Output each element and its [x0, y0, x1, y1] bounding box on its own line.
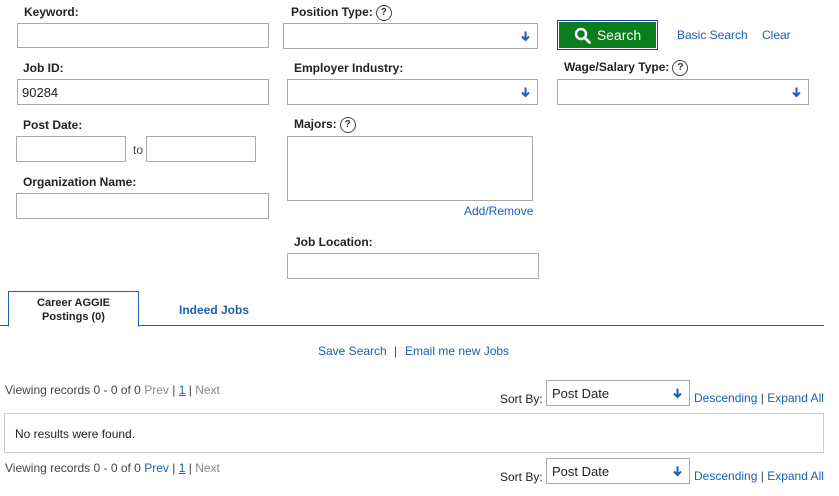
post-date-label: Post Date: — [23, 118, 83, 132]
pipe: | — [760, 391, 764, 405]
prev-link[interactable]: Prev — [144, 383, 169, 397]
pagination-bottom: Viewing records 0 - 0 of 0 Prev | 1 | Ne… — [5, 461, 220, 475]
help-icon[interactable]: ? — [375, 5, 392, 21]
pipe: | — [172, 383, 176, 397]
pipe: | — [760, 469, 764, 483]
sort-select-bottom[interactable]: Post Date — [546, 458, 690, 484]
page-1-link[interactable]: 1 — [179, 383, 186, 397]
majors-listbox[interactable] — [287, 136, 533, 201]
organization-name-input[interactable] — [16, 193, 269, 219]
majors-label: Majors:? — [294, 117, 356, 133]
position-type-select[interactable] — [283, 23, 538, 49]
majors-label-text: Majors: — [294, 117, 337, 132]
sort-order-links-top: Descending | Expand All — [694, 391, 824, 405]
viewing-records-text: Viewing records 0 - 0 of 0 — [5, 461, 141, 475]
pipe: | — [188, 461, 192, 475]
help-icon[interactable]: ? — [672, 60, 689, 76]
tab-career-aggie-line2: Postings (0) — [42, 311, 105, 323]
results-box: No results were found. — [4, 413, 824, 453]
search-icon — [574, 27, 591, 44]
post-date-from-input[interactable] — [16, 136, 126, 162]
chevron-down-icon — [521, 87, 530, 98]
descending-link[interactable]: Descending — [694, 469, 757, 483]
basic-search-link[interactable]: Basic Search — [677, 28, 748, 42]
descending-link[interactable]: Descending — [694, 391, 757, 405]
job-location-label: Job Location: — [294, 235, 373, 249]
wage-salary-label-text: Wage/Salary Type: — [564, 60, 670, 75]
job-id-label: Job ID: — [23, 61, 64, 75]
email-jobs-link[interactable]: Email me new Jobs — [405, 344, 509, 358]
pagination-top: Viewing records 0 - 0 of 0 Prev | 1 | Ne… — [5, 383, 220, 397]
sort-order-links-bottom: Descending | Expand All — [694, 469, 824, 483]
expand-all-link[interactable]: Expand All — [767, 469, 824, 483]
search-button-label: Search — [596, 27, 642, 43]
chevron-down-icon — [792, 87, 801, 98]
employer-industry-label: Employer Industry: — [294, 61, 404, 75]
tab-career-aggie-line1: Career AGGIE — [37, 297, 110, 309]
chevron-down-icon — [673, 388, 682, 399]
save-search-link[interactable]: Save Search — [318, 344, 387, 358]
sort-select-value: Post Date — [552, 464, 610, 479]
next-link[interactable]: Next — [195, 461, 220, 475]
wage-salary-label: Wage/Salary Type:? — [564, 60, 689, 76]
page-1-link[interactable]: 1 — [179, 461, 186, 475]
chevron-down-icon — [521, 31, 530, 42]
add-remove-link[interactable]: Add/Remove — [464, 204, 533, 218]
sort-by-label: Sort By: — [500, 470, 543, 484]
post-date-to-input[interactable] — [146, 136, 256, 162]
sort-select-top[interactable]: Post Date — [546, 380, 690, 406]
tab-indeed-jobs[interactable]: Indeed Jobs — [179, 303, 249, 317]
search-button[interactable]: Search — [559, 22, 656, 48]
sort-select-value: Post Date — [552, 386, 610, 401]
position-type-label-text: Position Type: — [291, 5, 373, 20]
keyword-label: Keyword: — [24, 5, 79, 19]
expand-all-link[interactable]: Expand All — [767, 391, 824, 405]
sort-by-label: Sort By: — [500, 392, 543, 406]
employer-industry-select[interactable] — [287, 79, 538, 105]
chevron-down-icon — [673, 466, 682, 477]
to-label: to — [133, 143, 144, 157]
viewing-records-text: Viewing records 0 - 0 of 0 — [5, 383, 141, 397]
prev-link[interactable]: Prev — [144, 461, 169, 475]
pipe: | — [172, 461, 176, 475]
clear-link[interactable]: Clear — [762, 28, 791, 42]
pipe: | — [188, 383, 192, 397]
keyword-input[interactable] — [17, 23, 269, 48]
search-button-focus-ring: Search — [557, 20, 658, 50]
job-id-input[interactable] — [17, 79, 269, 105]
position-type-label: Position Type:? — [291, 5, 392, 21]
no-results-text: No results were found. — [15, 427, 136, 441]
wage-salary-select[interactable] — [557, 79, 809, 105]
help-icon[interactable]: ? — [339, 117, 356, 133]
organization-name-label: Organization Name: — [23, 175, 137, 189]
next-link[interactable]: Next — [195, 383, 220, 397]
job-location-input[interactable] — [287, 253, 539, 279]
tab-career-aggie[interactable]: Career AGGIE Postings (0) — [8, 291, 139, 327]
action-separator: | — [394, 344, 398, 358]
